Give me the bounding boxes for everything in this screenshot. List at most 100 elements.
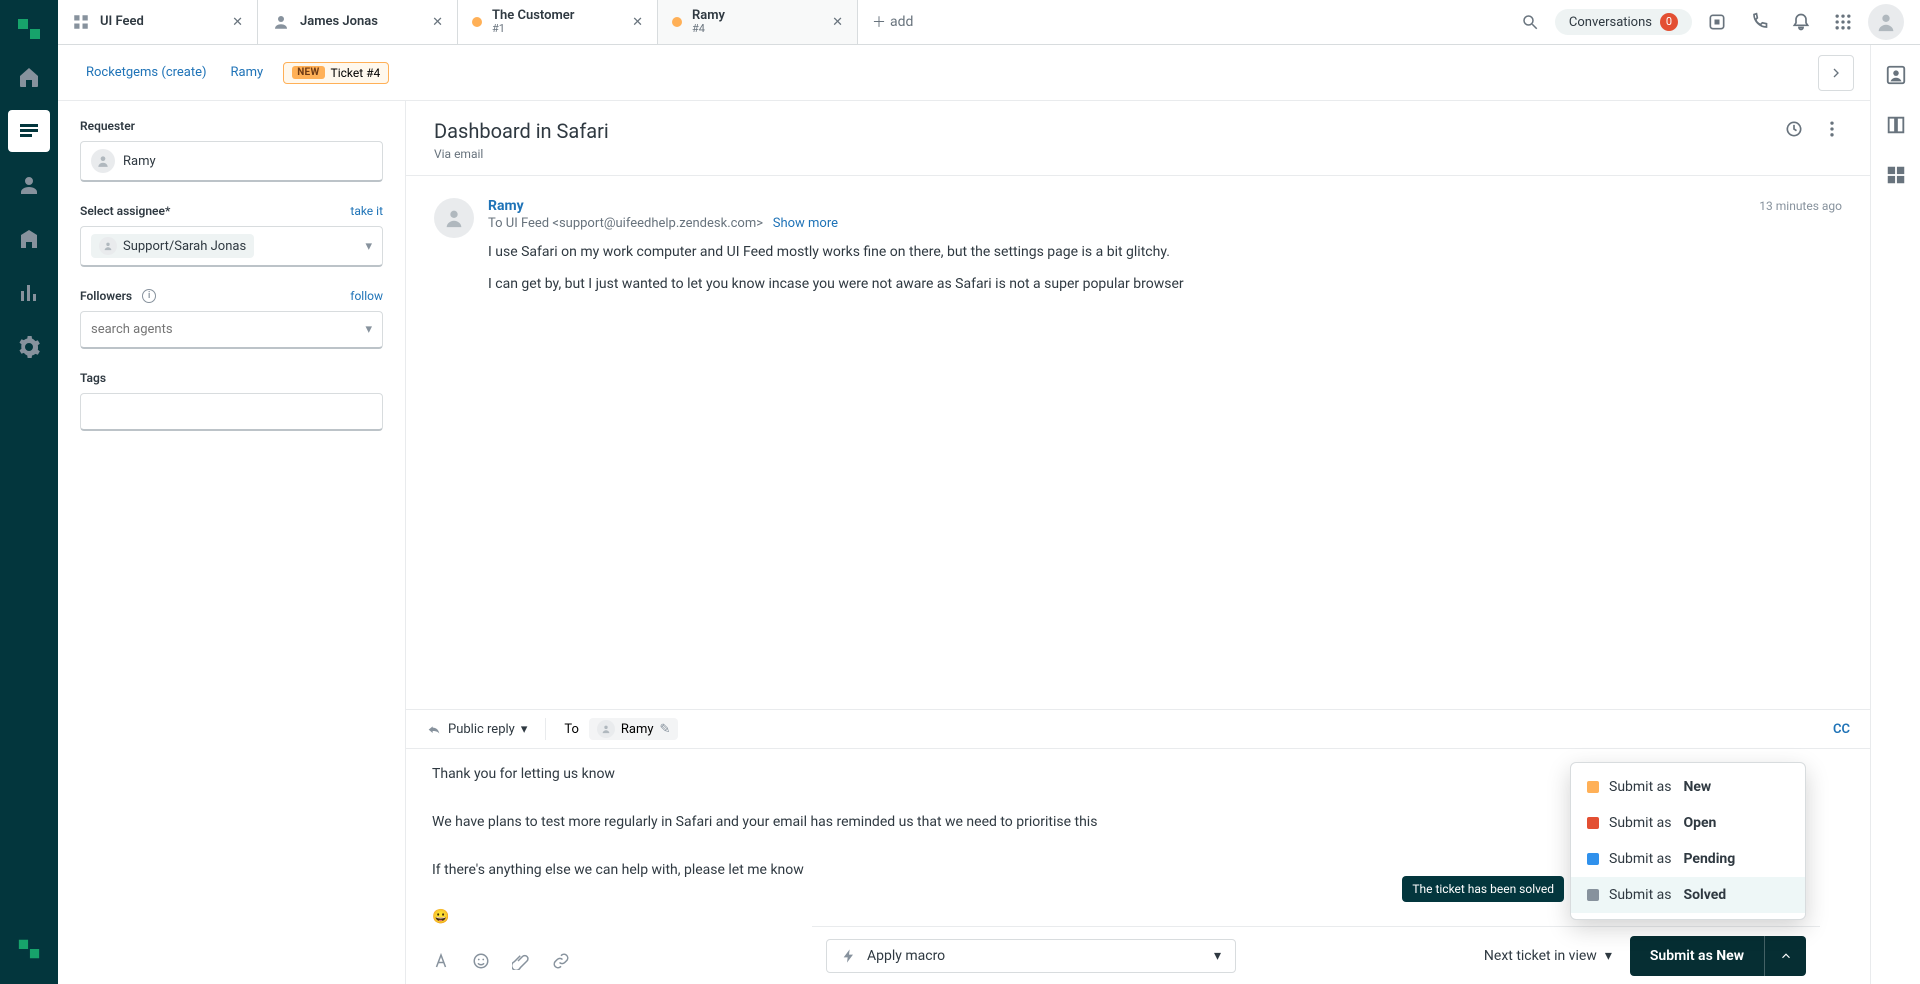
conversations-label: Conversations xyxy=(1569,15,1652,30)
close-icon[interactable]: ✕ xyxy=(232,15,243,30)
show-more-link[interactable]: Show more xyxy=(773,216,838,231)
zendesk-bottom-logo xyxy=(8,928,50,970)
message-author[interactable]: Ramy xyxy=(488,198,524,214)
submit-status: New xyxy=(1716,948,1744,964)
profile-avatar[interactable] xyxy=(1868,4,1904,40)
requester-field[interactable]: Ramy xyxy=(80,141,383,182)
assignee-label: Select assignee* xyxy=(80,204,170,218)
zendesk-logo xyxy=(8,8,50,50)
status-swatch-icon xyxy=(1587,817,1599,829)
subject-input[interactable] xyxy=(434,119,1420,143)
status-badge: NEW Ticket #4 xyxy=(283,62,389,84)
customers-icon[interactable] xyxy=(8,164,50,206)
followers-field[interactable]: ▾ xyxy=(80,311,383,349)
reply-type-label: Public reply xyxy=(448,722,515,737)
breadcrumb-bar: Rocketgems (create) Ramy NEW Ticket #4 xyxy=(58,45,1870,101)
chevron-down-icon: ▾ xyxy=(365,239,372,254)
to-label: To xyxy=(564,722,579,737)
tab-ui-feed[interactable]: UI Feed ✕ xyxy=(58,0,258,44)
status-pill: NEW xyxy=(292,66,324,79)
tab-label: The Customer xyxy=(492,9,574,23)
recipient-chip[interactable]: Ramy ✎ xyxy=(589,718,679,740)
requester-name: Ramy xyxy=(123,154,156,169)
link-icon[interactable] xyxy=(552,952,570,970)
close-icon[interactable]: ✕ xyxy=(632,15,643,30)
add-tab-button[interactable]: ＋ add xyxy=(858,0,927,44)
close-icon[interactable]: ✕ xyxy=(832,15,843,30)
apps-icon[interactable] xyxy=(1826,5,1860,39)
text-format-icon[interactable] xyxy=(432,952,450,970)
status-swatch-icon xyxy=(1587,853,1599,865)
next-ticket-button[interactable]: Next ticket in view ▾ xyxy=(1484,948,1630,964)
recipient-name: Ramy xyxy=(621,722,654,737)
conversations-button[interactable]: Conversations 0 xyxy=(1555,9,1692,35)
reply-recipients: To Ramy ✎ xyxy=(545,718,678,740)
conversation-panel: Via email Ramy 13 minutes ago To UI Feed… xyxy=(406,101,1870,984)
close-icon[interactable]: ✕ xyxy=(432,15,443,30)
notifications-icon[interactable] xyxy=(1784,5,1818,39)
submit-as-open[interactable]: Submit as Open xyxy=(1571,805,1805,841)
submit-as-solved[interactable]: Submit as Solved xyxy=(1571,877,1805,913)
assignee-chip: Support/Sarah Jonas xyxy=(91,234,254,258)
home-icon[interactable] xyxy=(8,56,50,98)
tags-field[interactable] xyxy=(80,393,383,431)
crumb-requester[interactable]: Ramy xyxy=(219,59,276,86)
crumb-org[interactable]: Rocketgems (create) xyxy=(74,59,219,86)
followers-input[interactable] xyxy=(91,322,365,337)
organizations-icon[interactable] xyxy=(8,218,50,260)
admin-icon[interactable] xyxy=(8,326,50,368)
search-icon[interactable] xyxy=(1513,5,1547,39)
attach-icon[interactable] xyxy=(512,952,530,970)
requester-label: Requester xyxy=(80,119,383,133)
message-body-line: I can get by, but I just wanted to let y… xyxy=(488,273,1842,295)
assignee-field[interactable]: Support/Sarah Jonas ▾ xyxy=(80,226,383,267)
submit-as-new[interactable]: Submit as New xyxy=(1571,769,1805,805)
ticket-properties-panel: Requester Ramy Select assignee* take it … xyxy=(58,101,406,984)
tab-label: Ramy xyxy=(692,9,725,23)
dashboard-icon xyxy=(72,13,90,31)
views-icon[interactable] xyxy=(8,110,50,152)
events-icon[interactable] xyxy=(1784,119,1804,139)
emoji-icon[interactable] xyxy=(472,952,490,970)
edit-icon[interactable]: ✎ xyxy=(660,722,671,737)
submit-button[interactable]: Submit as New xyxy=(1630,936,1806,976)
reply-icon xyxy=(426,721,442,737)
chevron-down-icon: ▾ xyxy=(1214,948,1221,964)
tab-ramy[interactable]: Ramy #4 ✕ xyxy=(658,0,858,44)
talk-icon[interactable] xyxy=(1700,5,1734,39)
context-user-icon[interactable] xyxy=(1880,59,1912,91)
tooltip: The ticket has been solved xyxy=(1402,876,1564,902)
tab-sublabel: #4 xyxy=(692,23,725,35)
reporting-icon[interactable] xyxy=(8,272,50,314)
macro-label: Apply macro xyxy=(867,948,945,964)
apps-panel-icon[interactable] xyxy=(1880,159,1912,191)
message-body-line: I use Safari on my work computer and UI … xyxy=(488,241,1842,263)
tab-the-customer[interactable]: The Customer #1 ✕ xyxy=(458,0,658,44)
assignee-value: Support/Sarah Jonas xyxy=(123,239,246,254)
knowledge-icon[interactable] xyxy=(1880,109,1912,141)
tab-bar: UI Feed ✕ James Jonas ✕ The Customer #1 … xyxy=(58,0,1920,45)
submit-as-pending[interactable]: Submit as Pending xyxy=(1571,841,1805,877)
reply-type-selector[interactable]: Public reply ▾ xyxy=(426,721,527,737)
expand-sidebar-button[interactable] xyxy=(1818,55,1854,91)
chevron-down-icon: ▾ xyxy=(365,322,372,337)
user-icon xyxy=(91,149,115,173)
status-swatch-icon xyxy=(1587,889,1599,901)
cc-button[interactable]: CC xyxy=(1833,722,1850,737)
reply-header: Public reply ▾ To Ramy ✎ CC xyxy=(406,709,1870,749)
chevron-down-icon: ▾ xyxy=(1605,948,1612,964)
take-it-link[interactable]: take it xyxy=(350,204,383,218)
submit-caret-button[interactable] xyxy=(1764,936,1806,976)
more-actions-icon[interactable] xyxy=(1822,119,1842,139)
phone-icon[interactable] xyxy=(1742,5,1776,39)
tab-james-jonas[interactable]: James Jonas ✕ xyxy=(258,0,458,44)
ticket-id: Ticket #4 xyxy=(331,66,381,80)
user-icon xyxy=(99,237,117,255)
info-icon[interactable]: i xyxy=(142,289,156,303)
chevron-down-icon: ▾ xyxy=(521,722,528,737)
follow-link[interactable]: follow xyxy=(350,289,383,303)
apply-macro-button[interactable]: Apply macro ▾ xyxy=(826,939,1236,973)
add-tab-label: add xyxy=(890,14,913,30)
avatar[interactable] xyxy=(434,198,474,238)
followers-label: Followers i xyxy=(80,289,156,303)
